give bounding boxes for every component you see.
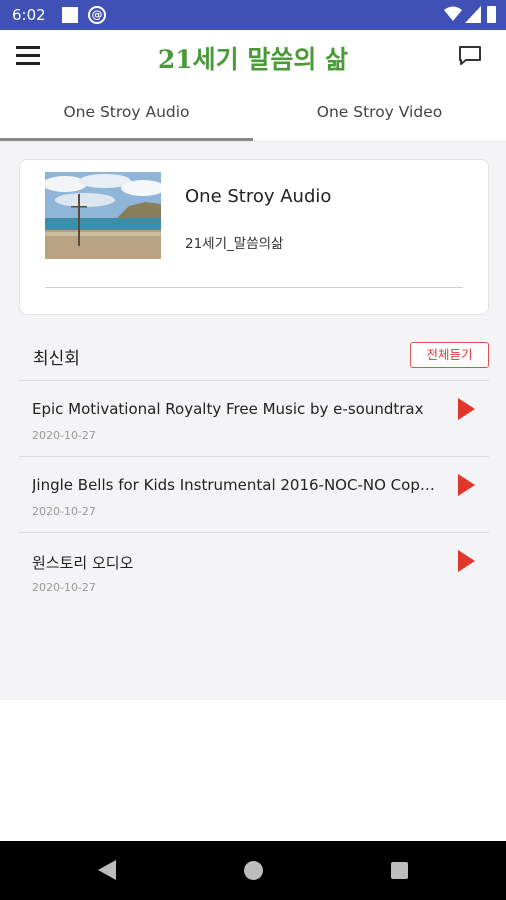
play-icon[interactable] bbox=[458, 398, 475, 420]
tab-indicator bbox=[0, 138, 253, 141]
list-item-title: Jingle Bells for Kids Instrumental 2016-… bbox=[32, 476, 440, 494]
nav-back-icon[interactable] bbox=[98, 860, 116, 880]
app-bar: 21세기 말씀의 삶 bbox=[0, 30, 506, 86]
list-item[interactable]: Jingle Bells for Kids Instrumental 2016-… bbox=[19, 457, 489, 533]
list-item[interactable]: Epic Motivational Royalty Free Music by … bbox=[19, 381, 489, 457]
featured-progress-line bbox=[45, 287, 463, 288]
featured-thumbnail bbox=[45, 172, 161, 259]
tab-audio[interactable]: One Stroy Audio bbox=[0, 86, 253, 142]
app-title: 21세기 말씀의 삶 bbox=[157, 45, 349, 74]
notification-square-icon bbox=[62, 7, 78, 23]
list-item-title: Epic Motivational Royalty Free Music by … bbox=[32, 400, 424, 418]
list-item-date: 2020-10-27 bbox=[32, 581, 96, 594]
listen-all-button[interactable]: 전체듣기 bbox=[410, 342, 489, 368]
featured-subtitle: 21세기_말씀의삶 bbox=[185, 236, 284, 252]
play-icon[interactable] bbox=[458, 474, 475, 496]
status-time: 6:02 bbox=[12, 6, 46, 24]
battery-icon bbox=[487, 6, 496, 23]
nav-home-icon[interactable] bbox=[244, 861, 263, 880]
cell-signal-icon bbox=[465, 6, 481, 23]
featured-card[interactable]: One Stroy Audio 21세기_말씀의삶 bbox=[19, 159, 489, 315]
notification-at-icon: @ bbox=[88, 6, 106, 24]
status-bar: 6:02 @ bbox=[0, 0, 506, 30]
wifi-icon bbox=[444, 6, 462, 21]
main-content: One Stroy Audio 21세기_말씀의삶 최신회 전체듣기 Epic … bbox=[0, 142, 506, 700]
system-nav-bar bbox=[0, 841, 506, 900]
list-item-date: 2020-10-27 bbox=[32, 429, 96, 442]
tab-video[interactable]: One Stroy Video bbox=[253, 86, 506, 142]
list-item-title: 원스토리 오디오 bbox=[32, 554, 134, 572]
list-item[interactable]: 원스토리 오디오 2020-10-27 bbox=[19, 533, 489, 609]
featured-title: One Stroy Audio bbox=[185, 186, 332, 207]
play-icon[interactable] bbox=[458, 550, 475, 572]
list-item-date: 2020-10-27 bbox=[32, 505, 96, 518]
section-title: 최신회 bbox=[33, 349, 80, 369]
nav-recents-icon[interactable] bbox=[391, 862, 408, 879]
chat-icon[interactable] bbox=[458, 45, 482, 67]
tab-bar: One Stroy Audio One Stroy Video bbox=[0, 86, 506, 142]
